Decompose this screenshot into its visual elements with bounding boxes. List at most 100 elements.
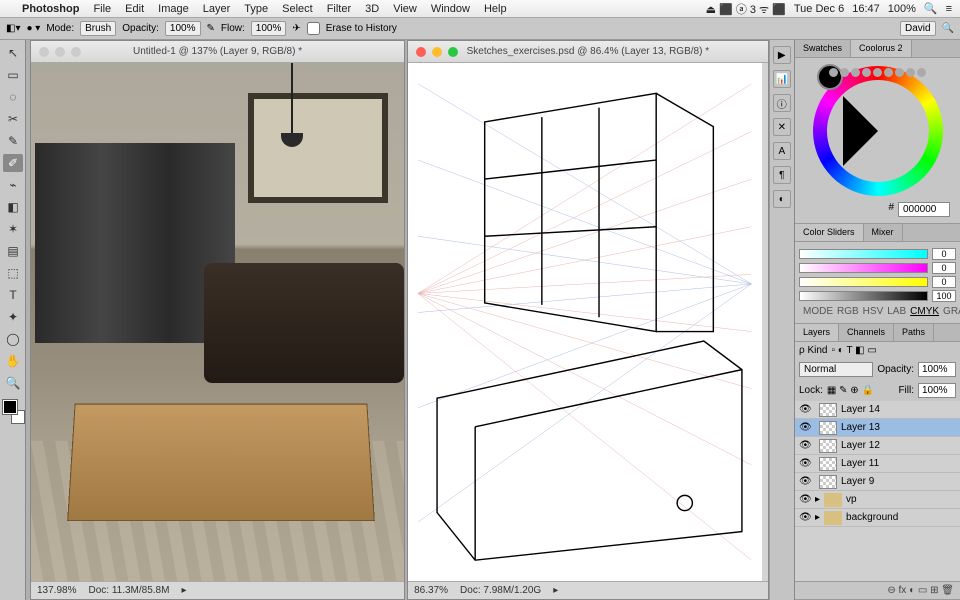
menu-image[interactable]: Image: [158, 3, 189, 15]
hex-input[interactable]: 000000: [898, 202, 950, 217]
tab-color-sliders[interactable]: Color Sliders: [795, 224, 864, 241]
visibility-icon[interactable]: 👁: [799, 404, 811, 415]
val-m[interactable]: 0: [932, 262, 956, 274]
mode-cmyk[interactable]: CMYK: [910, 306, 939, 317]
tool-crop[interactable]: ✂: [3, 110, 23, 128]
layer-name[interactable]: Layer 13: [841, 422, 880, 433]
workspace-select[interactable]: David: [900, 21, 936, 36]
tab-swatches[interactable]: Swatches: [795, 40, 851, 57]
tool-pen[interactable]: ⬚: [3, 264, 23, 282]
canvas-2[interactable]: [408, 63, 761, 581]
histogram-icon[interactable]: 📊: [773, 70, 791, 88]
visibility-icon[interactable]: 👁: [799, 476, 811, 487]
char-icon[interactable]: A: [773, 142, 791, 160]
traffic-lights-2[interactable]: [416, 47, 458, 57]
tool-path[interactable]: ✦: [3, 308, 23, 326]
layer-name[interactable]: Layer 14: [841, 404, 880, 415]
tab-paths[interactable]: Paths: [894, 324, 934, 341]
mode-rgb[interactable]: RGB: [837, 306, 859, 317]
mode-hsv[interactable]: HSV: [863, 306, 884, 317]
color-wheel[interactable]: [813, 66, 943, 196]
layer-name[interactable]: Layer 12: [841, 440, 880, 451]
mode-gray[interactable]: GRAYSCALE: [943, 306, 960, 317]
canvas-1[interactable]: [31, 63, 404, 581]
info-icon[interactable]: ⓘ: [773, 94, 791, 112]
tool-move[interactable]: ↖: [3, 44, 23, 62]
docinfo-2[interactable]: Doc: 7.98M/1.20G: [460, 585, 541, 596]
history-icon[interactable]: ▶: [773, 46, 791, 64]
slider-c[interactable]: [799, 249, 928, 259]
fg-color-swatch[interactable]: [3, 400, 17, 414]
erase-history-checkbox[interactable]: [307, 22, 320, 35]
tool-shape[interactable]: ◯: [3, 330, 23, 348]
tab-channels[interactable]: Channels: [839, 324, 894, 341]
visibility-icon[interactable]: 👁: [799, 422, 811, 433]
traffic-lights-1[interactable]: [39, 47, 81, 57]
layer-row[interactable]: 👁Layer 9: [795, 473, 960, 491]
chevron-right-icon[interactable]: ▸: [553, 585, 558, 596]
zoom-2[interactable]: 86.37%: [414, 585, 448, 596]
tool-zoom[interactable]: 🔍: [3, 374, 23, 392]
menu-window[interactable]: Window: [431, 3, 470, 15]
layer-row[interactable]: 👁 Layer 12: [795, 437, 960, 455]
mode-lab[interactable]: LAB: [887, 306, 906, 317]
menu-layer[interactable]: Layer: [203, 3, 231, 15]
layer-row[interactable]: 👁 ▸ background: [795, 509, 960, 527]
layer-opacity-input[interactable]: 100%: [918, 362, 956, 377]
mode-select[interactable]: Brush: [80, 21, 116, 36]
brush-preset-icon[interactable]: ● ▾: [26, 23, 40, 34]
search-icon[interactable]: 🔍: [942, 23, 954, 34]
flow-input[interactable]: 100%: [251, 21, 287, 36]
slider-y[interactable]: [799, 277, 928, 287]
visibility-icon[interactable]: 👁: [799, 512, 811, 523]
val-k[interactable]: 100: [932, 290, 956, 302]
slider-k[interactable]: [799, 291, 928, 301]
chevron-icon[interactable]: ▸: [815, 494, 820, 505]
tool-hand[interactable]: ✋: [3, 352, 23, 370]
menu-edit[interactable]: Edit: [125, 3, 144, 15]
chevron-icon[interactable]: ▸: [815, 512, 820, 523]
airbrush-icon[interactable]: ✈: [292, 23, 300, 34]
tool-lasso[interactable]: ◌: [3, 88, 23, 106]
tool-type[interactable]: T: [3, 286, 23, 304]
fill-input[interactable]: 100%: [918, 383, 956, 398]
titlebar-2[interactable]: Sketches_exercises.psd @ 86.4% (Layer 13…: [408, 41, 767, 63]
zoom-1[interactable]: 137.98%: [37, 585, 76, 596]
layer-row[interactable]: 👁 Layer 11: [795, 455, 960, 473]
layer-name[interactable]: vp: [846, 494, 857, 505]
tool-marquee[interactable]: ▭: [3, 66, 23, 84]
layers-footer-icons[interactable]: ⊖ fx ◐ ▭ ⊞ 🗑: [887, 585, 954, 596]
spotlight-icon[interactable]: 🔍: [924, 2, 938, 15]
notif-icon[interactable]: ≡: [946, 3, 952, 15]
tool-heal[interactable]: ⌁: [3, 176, 23, 194]
layer-name[interactable]: background: [846, 512, 898, 523]
titlebar-1[interactable]: Untitled-1 @ 137% (Layer 9, RGB/8) *: [31, 41, 404, 63]
docinfo-1[interactable]: Doc: 11.3M/85.8M: [88, 585, 169, 596]
filter-icons[interactable]: ▫ ◐ T ◧ ▭: [831, 345, 876, 356]
layer-row[interactable]: 👁 Layer 13: [795, 419, 960, 437]
color-dots[interactable]: [829, 68, 939, 77]
pressure-icon[interactable]: ✎: [207, 23, 215, 34]
app-name[interactable]: Photoshop: [22, 3, 79, 15]
layer-row[interactable]: 👁 Layer 14: [795, 401, 960, 419]
blend-mode-select[interactable]: Normal: [799, 362, 873, 377]
layer-name[interactable]: Layer 11: [841, 458, 879, 469]
val-c[interactable]: 0: [932, 248, 956, 260]
tab-mixer[interactable]: Mixer: [864, 224, 903, 241]
opacity-input[interactable]: 100%: [165, 21, 201, 36]
visibility-icon[interactable]: 👁: [799, 494, 811, 505]
adjust-icon[interactable]: ◐: [773, 190, 791, 208]
menu-file[interactable]: File: [93, 3, 111, 15]
para-icon[interactable]: ¶: [773, 166, 791, 184]
menu-help[interactable]: Help: [484, 3, 507, 15]
properties-icon[interactable]: ✕: [773, 118, 791, 136]
menu-type[interactable]: Type: [244, 3, 268, 15]
tool-brush[interactable]: ✐: [3, 154, 23, 172]
tool-eraser[interactable]: ✶: [3, 220, 23, 238]
tool-eyedropper[interactable]: ✎: [3, 132, 23, 150]
tool-gradient[interactable]: ▤: [3, 242, 23, 260]
visibility-icon[interactable]: 👁: [799, 458, 811, 469]
visibility-icon[interactable]: 👁: [799, 440, 811, 451]
eraser-icon[interactable]: ◧▾: [6, 23, 20, 34]
menu-filter[interactable]: Filter: [327, 3, 351, 15]
